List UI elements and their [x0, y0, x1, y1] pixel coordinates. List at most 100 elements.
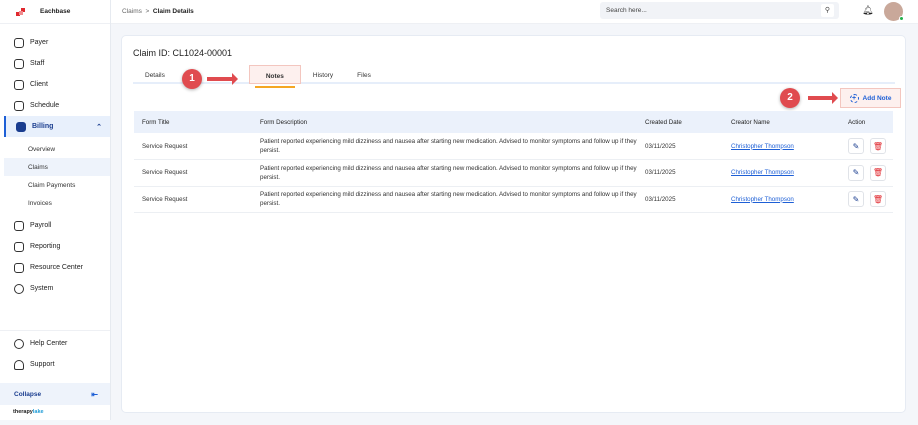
search-icon[interactable]: ⚲: [821, 4, 834, 17]
plus-circle-icon: +: [849, 93, 859, 103]
online-status-icon: [899, 16, 904, 21]
col-created-date: Created Date: [637, 111, 723, 133]
creator-link[interactable]: Christopher Thompson: [731, 169, 794, 176]
sidebar-item-client[interactable]: Client: [0, 74, 110, 95]
table-row: Service Request Patient reported experie…: [134, 186, 893, 213]
brand-logo: therapylake: [13, 409, 44, 415]
logo-icon: [16, 7, 26, 17]
calendar-icon: [14, 100, 24, 111]
breadcrumb-claims[interactable]: Claims: [122, 8, 142, 15]
table-row: Service Request Patient reported experie…: [134, 133, 893, 160]
add-note-button[interactable]: + Add Note: [840, 88, 901, 108]
help-center-link[interactable]: Help Center: [0, 333, 110, 354]
collapse-arrow-icon: ⇤: [91, 389, 98, 399]
report-icon: [14, 241, 24, 252]
avatar[interactable]: [884, 2, 904, 21]
bell-icon[interactable]: 🔔︎: [862, 5, 873, 16]
edit-icon[interactable]: ✎: [848, 191, 864, 208]
sidebar-item-payroll[interactable]: Payroll: [0, 215, 110, 236]
claim-details-card: Claim ID: CL1024-00001 Details Notes His…: [121, 35, 906, 413]
creator-cell: Christopher Thompson: [723, 133, 840, 160]
col-form-title: Form Title: [134, 111, 252, 133]
search-placeholder: Search here...: [606, 7, 647, 14]
label: Resource Center: [30, 264, 83, 271]
table-row: Service Request Patient reported experie…: [134, 159, 893, 187]
col-form-description: Form Description: [252, 111, 637, 133]
topbar: Claims > Claim Details Search here... ⚲ 🔔…: [111, 0, 918, 24]
col-creator-name: Creator Name: [723, 111, 840, 133]
tab-files[interactable]: Files: [345, 65, 383, 84]
creator-cell: Christopher Thompson: [723, 186, 840, 213]
breadcrumb-current: Claim Details: [152, 8, 194, 15]
creator-link[interactable]: Christopher Thompson: [731, 143, 794, 150]
sidebar-item-staff[interactable]: Staff: [0, 53, 110, 74]
search-input[interactable]: Search here... ⚲: [600, 2, 839, 19]
form-title: Service Request: [134, 133, 252, 160]
action-cell: ✎ 🗑︎: [840, 159, 893, 187]
sidebar-item-system[interactable]: System: [0, 278, 110, 299]
tab-details[interactable]: Details: [133, 65, 177, 84]
form-title: Service Request: [134, 186, 252, 213]
page-title: Claim ID: CL1024-00001: [133, 48, 233, 58]
tab-history[interactable]: History: [301, 65, 345, 84]
annotation-arrow-icon: [808, 92, 838, 104]
sidebar-item-resource-center[interactable]: Resource Center: [0, 257, 110, 278]
tab-notes[interactable]: Notes: [248, 65, 301, 84]
folder-icon: [14, 262, 24, 273]
creator-link[interactable]: Christopher Thompson: [731, 196, 794, 203]
form-description: Patient reported experiencing mild dizzi…: [252, 133, 637, 160]
label: Help Center: [30, 340, 68, 347]
billing-icon: [16, 121, 26, 132]
annotation-badge-1: 1: [182, 69, 202, 89]
notes-table: Form Title Form Description Created Date…: [134, 111, 893, 213]
edit-icon[interactable]: ✎: [848, 164, 864, 181]
created-date: 03/11/2025: [637, 186, 723, 213]
label: Reporting: [30, 243, 61, 250]
annotation-arrow-icon: [207, 73, 238, 85]
tabs: Details Notes History Files: [133, 65, 895, 84]
sidebar-item-reporting[interactable]: Reporting: [0, 236, 110, 257]
col-action: Action: [840, 111, 893, 133]
sidebar-sub-claim-payments[interactable]: Claim Payments: [0, 176, 110, 194]
label: Collapse: [14, 390, 42, 398]
label: Payroll: [30, 222, 52, 229]
staff-icon: [14, 58, 24, 69]
sidebar-sub-claims[interactable]: Claims: [4, 158, 110, 176]
label: System: [30, 285, 54, 292]
user-icon: [14, 79, 24, 90]
label: Client: [30, 81, 48, 88]
form-description: Patient reported experiencing mild dizzi…: [252, 159, 637, 187]
help-icon: [14, 338, 24, 349]
sidebar: Eachbase Payer Staff Client Schedule Bil…: [0, 0, 111, 420]
label: Add Note: [862, 94, 892, 102]
trash-icon[interactable]: 🗑︎: [870, 191, 886, 208]
created-date: 03/11/2025: [637, 159, 723, 187]
gear-icon: [14, 283, 24, 294]
breadcrumb-separator: >: [145, 8, 150, 15]
label: Staff: [30, 60, 45, 67]
app-name: Eachbase: [40, 8, 71, 15]
label: Payer: [30, 39, 49, 46]
label: Billing: [32, 123, 54, 130]
label: Schedule: [30, 102, 60, 109]
action-cell: ✎ 🗑︎: [840, 186, 893, 213]
label: Support: [30, 361, 55, 368]
payroll-icon: [14, 220, 24, 231]
sidebar-item-schedule[interactable]: Schedule: [0, 95, 110, 116]
edit-icon[interactable]: ✎: [848, 138, 864, 154]
trash-icon[interactable]: 🗑︎: [870, 138, 886, 154]
sidebar-sub-invoices[interactable]: Invoices: [0, 194, 110, 212]
form-title: Service Request: [134, 159, 252, 187]
app-logo[interactable]: Eachbase: [0, 0, 110, 24]
collapse-button[interactable]: Collapse ⇤: [0, 383, 110, 405]
form-description: Patient reported experiencing mild dizzi…: [252, 186, 637, 213]
breadcrumb: Claims > Claim Details: [122, 8, 194, 15]
sidebar-sub-overview[interactable]: Overview: [0, 140, 110, 158]
headset-icon: [14, 359, 24, 370]
action-cell: ✎ 🗑︎: [840, 133, 893, 160]
annotation-badge-2: 2: [780, 88, 800, 108]
sidebar-item-billing[interactable]: Billing ⌃: [4, 116, 110, 137]
trash-icon[interactable]: 🗑︎: [870, 164, 886, 181]
support-link[interactable]: Support: [0, 354, 110, 375]
sidebar-item-payer[interactable]: Payer: [0, 32, 110, 53]
